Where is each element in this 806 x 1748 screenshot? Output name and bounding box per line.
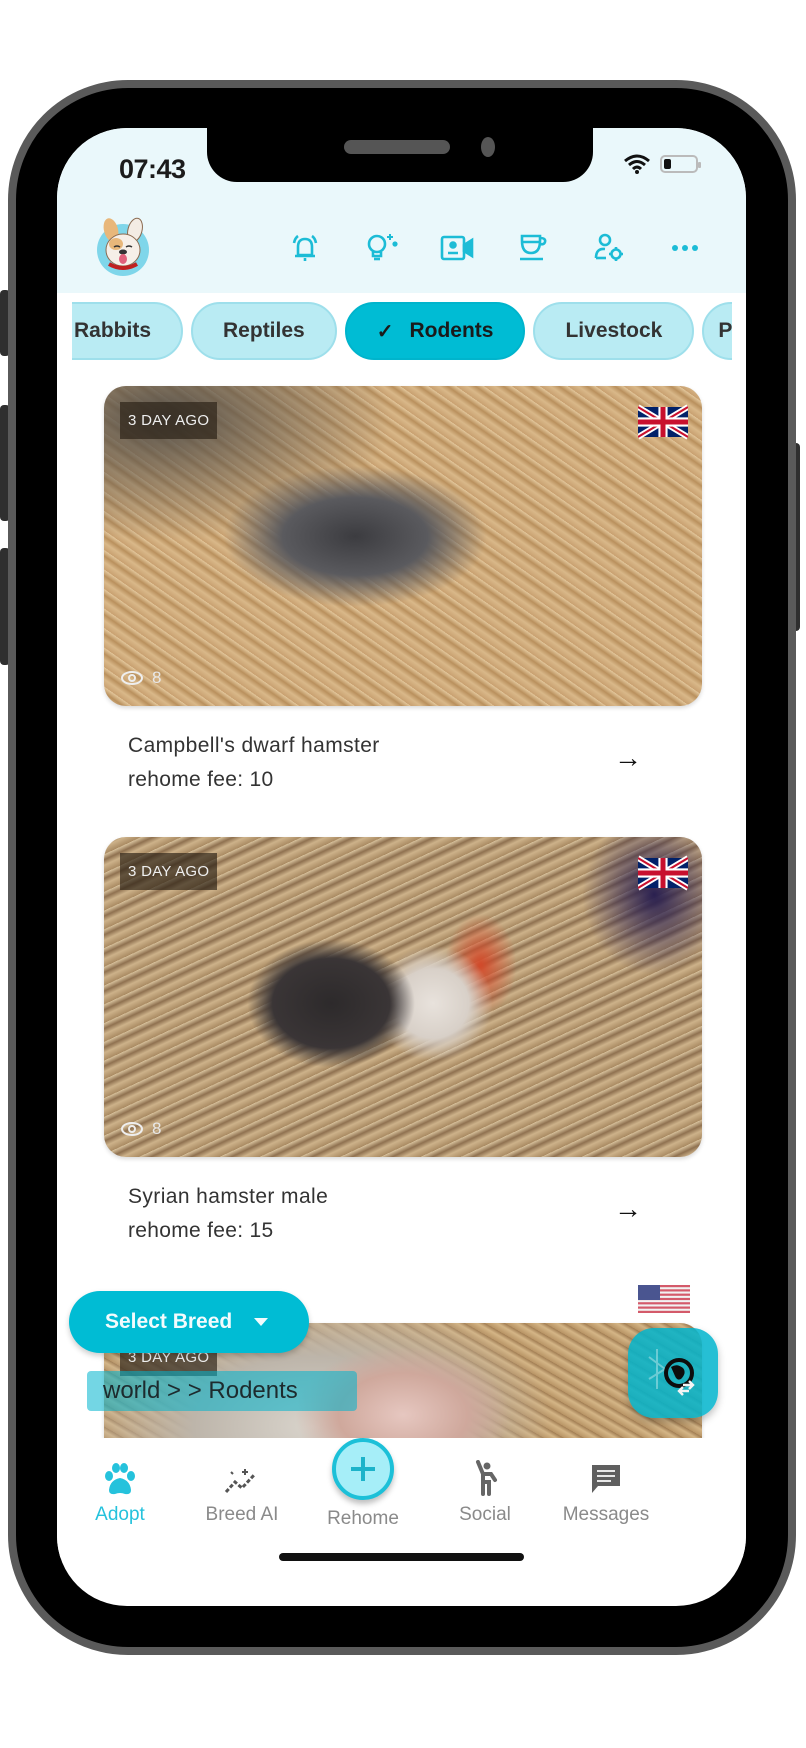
device-notch bbox=[207, 128, 593, 182]
region-switch-button[interactable] bbox=[628, 1328, 718, 1418]
plus-circle-icon bbox=[351, 1457, 375, 1481]
app-screen: 07:43 Rabbits Reptiles ✓ Rodents Livesto… bbox=[57, 128, 746, 1606]
listing-card: 3 DAY AGO 8 Campbell's dwarf hamster reh… bbox=[104, 386, 702, 816]
select-breed-label: Select Breed bbox=[105, 1310, 233, 1333]
listing-info[interactable]: Campbell's dwarf hamster rehome fee: 10 … bbox=[104, 706, 702, 816]
listing-title: Campbell's dwarf hamster bbox=[128, 734, 380, 757]
nav-label: Messages bbox=[562, 1504, 650, 1525]
tab-reptiles[interactable]: Reptiles bbox=[191, 302, 337, 360]
app-logo-avatar[interactable] bbox=[97, 217, 149, 276]
tab-rodents[interactable]: ✓ Rodents bbox=[344, 302, 526, 360]
listing-card: 3 DAY AGO 8 Syrian hamster male rehome f… bbox=[104, 837, 702, 1267]
tab-more-partial[interactable]: P bbox=[702, 302, 732, 360]
video-contact-icon bbox=[440, 235, 474, 261]
nav-label: Social bbox=[459, 1504, 511, 1525]
tab-label: Rabbits bbox=[74, 319, 152, 342]
posted-time-badge: 3 DAY AGO bbox=[120, 402, 218, 439]
nav-label: Breed AI bbox=[205, 1504, 279, 1525]
earpiece-speaker bbox=[344, 140, 450, 154]
front-camera bbox=[481, 137, 495, 157]
listing-info[interactable]: Syrian hamster male rehome fee: 15 → bbox=[104, 1157, 702, 1267]
nav-label: Rehome bbox=[327, 1508, 399, 1529]
tab-label: Reptiles bbox=[223, 319, 305, 342]
listing-fee: rehome fee: 10 bbox=[128, 768, 274, 791]
notifications-button[interactable] bbox=[267, 228, 343, 268]
eye-icon bbox=[121, 671, 143, 685]
arrow-right-icon[interactable]: → bbox=[614, 1193, 642, 1225]
listing-fee: rehome fee: 15 bbox=[128, 1219, 274, 1242]
posted-time-badge: 3 DAY AGO bbox=[120, 853, 218, 890]
eye-icon bbox=[121, 1122, 143, 1136]
listing-photo[interactable]: 3 DAY AGO 8 bbox=[104, 837, 702, 1157]
view-count-value: 8 bbox=[152, 1119, 162, 1138]
home-indicator[interactable] bbox=[279, 1553, 524, 1561]
tab-label: P bbox=[718, 319, 732, 342]
nav-label: Adopt bbox=[95, 1504, 145, 1525]
status-icons bbox=[624, 154, 701, 174]
tab-livestock[interactable]: Livestock bbox=[533, 302, 695, 360]
status-time: 07:43 bbox=[119, 154, 186, 184]
teacup-icon bbox=[520, 234, 547, 261]
sparkle-chart-icon bbox=[224, 1469, 257, 1494]
listing-title: Syrian hamster male bbox=[128, 1185, 329, 1208]
wifi-icon bbox=[624, 154, 650, 174]
check-icon: ✓ bbox=[376, 320, 394, 343]
user-settings-icon bbox=[594, 233, 623, 261]
message-icon bbox=[592, 1465, 620, 1493]
more-horizontal-icon bbox=[672, 245, 698, 251]
arrow-right-icon[interactable]: → bbox=[614, 742, 642, 774]
nav-messages[interactable]: Messages bbox=[546, 1462, 666, 1526]
nav-breed-ai[interactable]: Breed AI bbox=[182, 1466, 302, 1526]
person-waving-icon bbox=[476, 1460, 497, 1496]
more-button[interactable] bbox=[647, 228, 723, 268]
nav-social[interactable]: Social bbox=[425, 1460, 545, 1526]
view-count: 8 bbox=[120, 668, 161, 688]
category-tabs: Rabbits Reptiles ✓ Rodents Livestock P bbox=[72, 302, 732, 362]
ideas-button[interactable] bbox=[343, 228, 419, 268]
uk-flag-icon bbox=[638, 855, 688, 891]
select-breed-button[interactable]: Select Breed bbox=[69, 1291, 309, 1353]
bell-ringing-icon bbox=[292, 234, 318, 261]
globe-swap-icon bbox=[648, 1349, 695, 1396]
dropdown-arrow-icon bbox=[254, 1318, 269, 1326]
location-breadcrumb[interactable]: world > > Rodents bbox=[87, 1371, 357, 1411]
cafe-button[interactable] bbox=[495, 228, 571, 268]
rehome-circle bbox=[332, 1438, 394, 1500]
bottom-navigation: Adopt Breed AI Rehome Social Messages bbox=[57, 1438, 746, 1558]
nav-adopt[interactable]: Adopt bbox=[60, 1462, 180, 1526]
us-flag-icon bbox=[638, 1285, 690, 1313]
nav-rehome[interactable]: Rehome bbox=[303, 1438, 423, 1530]
tab-label: Livestock bbox=[565, 319, 663, 342]
lightbulb-sparkle-icon bbox=[367, 234, 398, 261]
tab-rabbits[interactable]: Rabbits bbox=[72, 302, 184, 360]
header-actions bbox=[267, 228, 723, 268]
french-bulldog-icon bbox=[103, 217, 143, 270]
uk-flag-icon bbox=[638, 404, 688, 440]
video-call-button[interactable] bbox=[419, 228, 495, 268]
battery-icon bbox=[660, 155, 701, 173]
view-count-value: 8 bbox=[152, 668, 162, 687]
view-count: 8 bbox=[120, 1119, 161, 1139]
listing-photo[interactable]: 3 DAY AGO 8 bbox=[104, 386, 702, 706]
tab-label: Rodents bbox=[409, 319, 494, 342]
account-settings-button[interactable] bbox=[571, 228, 647, 268]
paw-icon bbox=[105, 1463, 135, 1495]
